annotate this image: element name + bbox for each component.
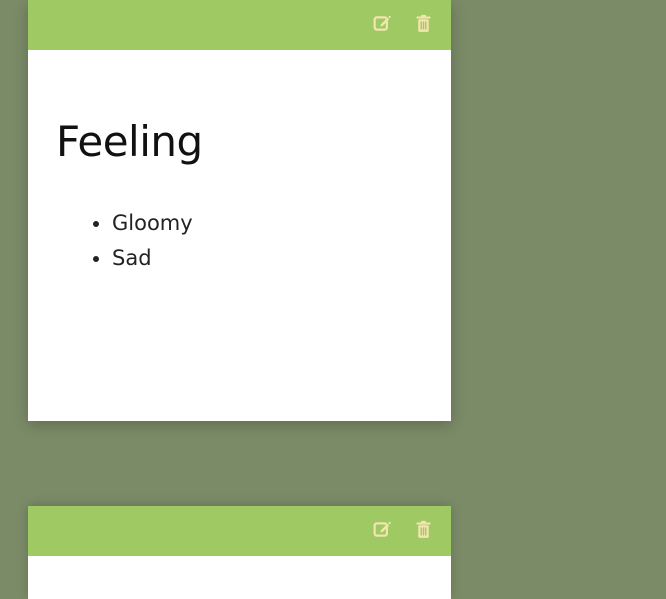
note-list: Gloomy Sad <box>56 206 423 276</box>
note-toolbar <box>28 0 451 50</box>
trash-icon <box>416 14 430 32</box>
note-actions <box>370 10 435 36</box>
edit-icon <box>373 521 391 537</box>
delete-button[interactable] <box>411 10 435 36</box>
note-body: Feeling Gloomy Sad <box>28 50 451 276</box>
note-toolbar <box>28 506 451 556</box>
list-item: Sad <box>112 241 423 276</box>
edit-button[interactable] <box>370 10 394 36</box>
edit-button[interactable] <box>370 516 394 542</box>
note-card: Feeling Gloomy Sad <box>28 0 451 421</box>
note-actions <box>370 516 435 542</box>
edit-icon <box>373 15 391 31</box>
list-item: Gloomy <box>112 206 423 241</box>
trash-icon <box>416 520 430 538</box>
note-card <box>28 506 451 599</box>
note-title: Feeling <box>56 117 203 166</box>
delete-button[interactable] <box>411 516 435 542</box>
